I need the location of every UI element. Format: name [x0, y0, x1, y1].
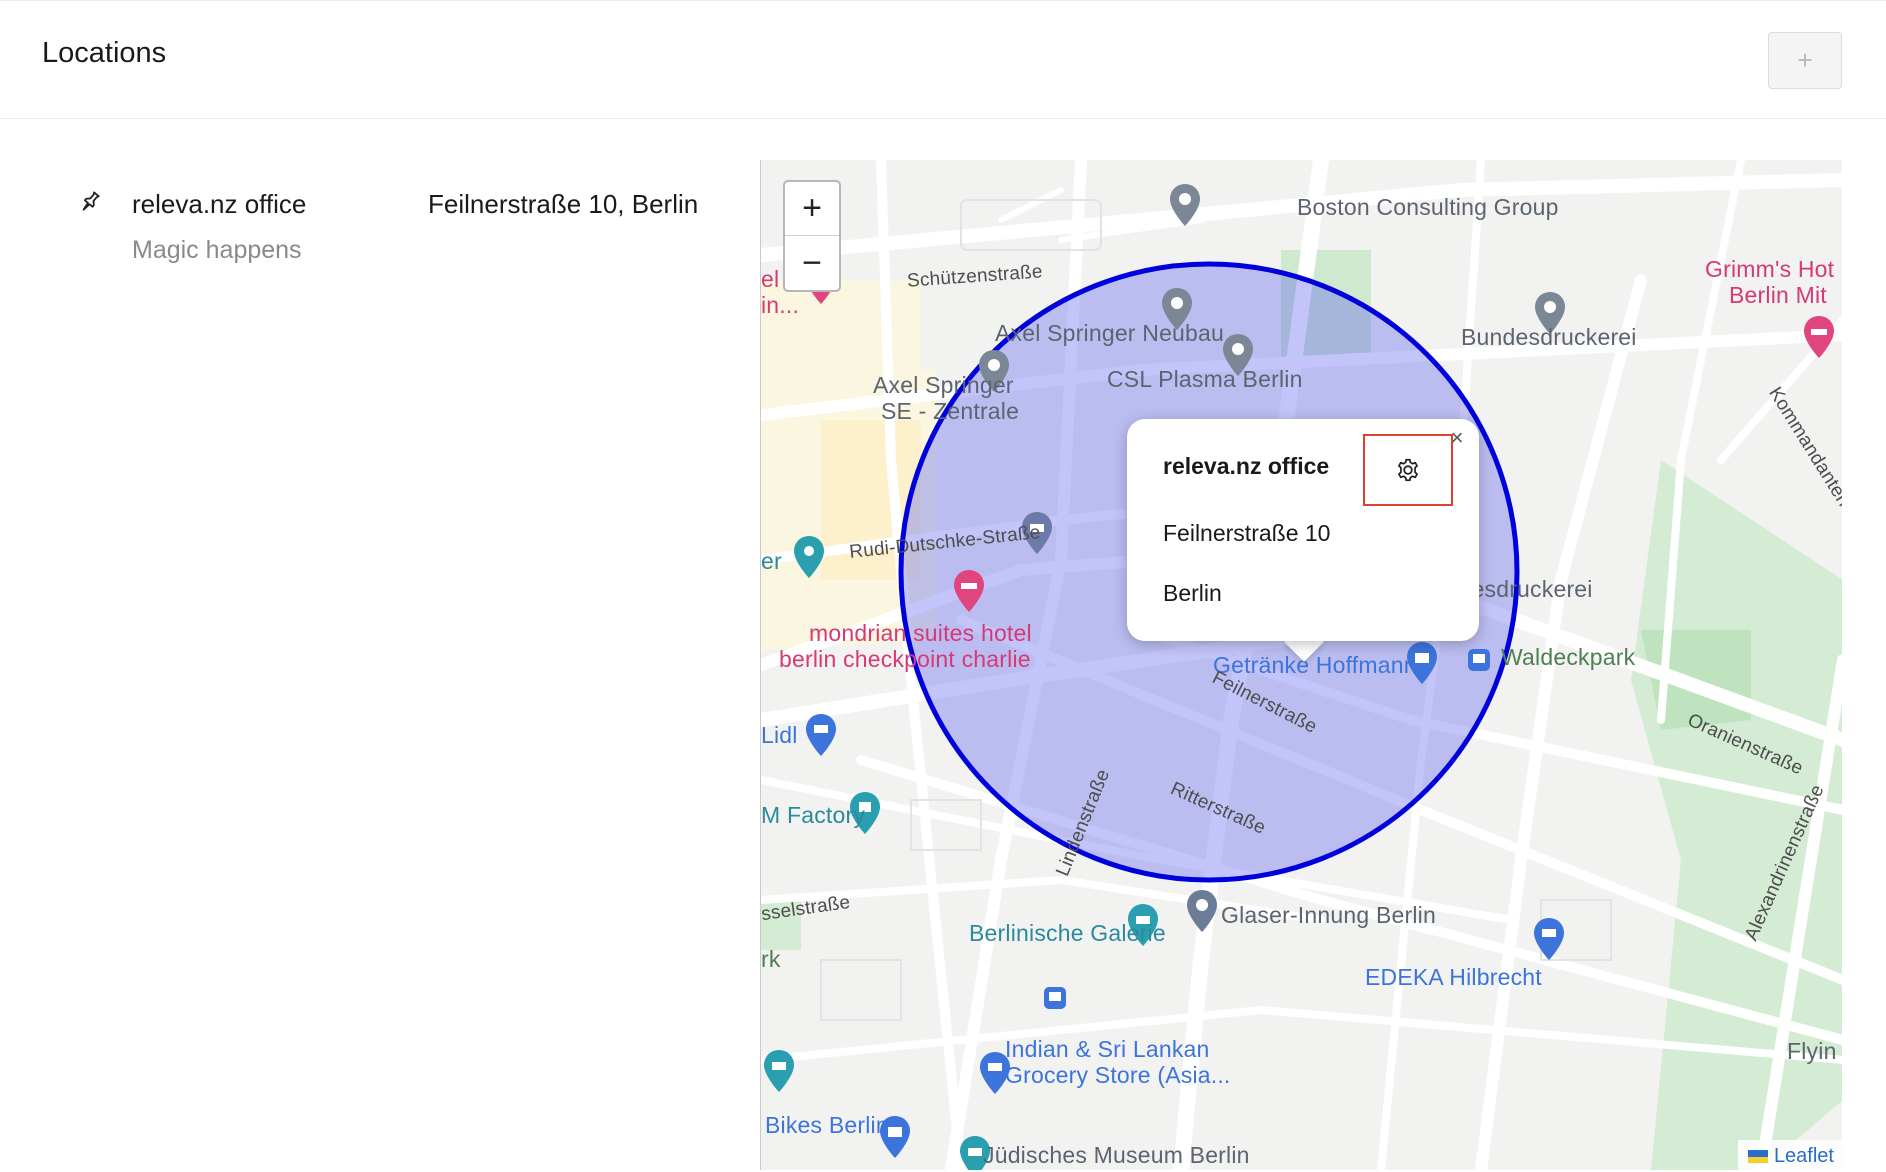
- map-marker-icon[interactable]: [1184, 888, 1220, 934]
- location-address: Feilnerstraße 10, Berlin: [428, 189, 699, 219]
- cart-marker-icon[interactable]: [803, 712, 839, 758]
- bus-stop-icon[interactable]: [1467, 648, 1491, 672]
- camera-marker-icon[interactable]: [791, 534, 827, 580]
- poi-label: SE - Zentrale: [881, 398, 1020, 424]
- poi-label: Lidl: [761, 722, 798, 748]
- museum-marker-icon[interactable]: [761, 1048, 797, 1094]
- popup-title: releva.nz office: [1163, 453, 1330, 479]
- poi-label: Berlinische Galerie: [969, 920, 1166, 946]
- bus-stop-icon[interactable]: [1043, 986, 1067, 1010]
- page-header: Locations +: [0, 0, 1886, 119]
- poi-label: Boston Consulting Group: [1297, 194, 1559, 220]
- page-title: Locations: [42, 37, 167, 69]
- settings-button[interactable]: [1363, 434, 1453, 506]
- poi-label: CSL Plasma Berlin: [1107, 366, 1303, 392]
- poi-label: in...: [761, 292, 800, 318]
- poi-label: Glaser-Innung Berlin: [1221, 902, 1436, 928]
- attribution-link[interactable]: Leaflet: [1774, 1145, 1834, 1168]
- location-list-item[interactable]: releva.nz office Magic happens Feilnerst…: [0, 160, 740, 290]
- map-marker-icon[interactable]: [1167, 182, 1203, 228]
- poi-label: Berlin Mit: [1729, 282, 1827, 308]
- zoom-in-button[interactable]: +: [785, 182, 839, 236]
- hotel-marker-icon[interactable]: [1801, 314, 1837, 360]
- poi-label: Grocery Store (Asia...: [1005, 1062, 1231, 1088]
- poi-label: Waldeckpark: [1501, 644, 1636, 670]
- poi-label: Axel Springer: [873, 372, 1014, 398]
- locations-page: Locations + releva.nz office Magic happe…: [0, 0, 1886, 1172]
- poi-label: Bundesdruckerei: [1461, 324, 1637, 350]
- cart-marker-icon[interactable]: [1531, 916, 1567, 962]
- poi-label: M Factory: [761, 802, 866, 828]
- poi-label: Bikes Berlin: [765, 1112, 889, 1138]
- poi-label: Indian & Sri Lankan: [1005, 1036, 1210, 1062]
- popup-city: Berlin: [1163, 580, 1222, 606]
- add-location-button[interactable]: +: [1768, 32, 1842, 89]
- ukraine-flag-icon: [1747, 1150, 1768, 1163]
- poi-label: Jüdisches Museum Berlin: [983, 1142, 1250, 1168]
- map[interactable]: Boston Consulting Group Grimm's Hot Berl…: [760, 160, 1842, 1170]
- zoom-control: + −: [783, 180, 841, 292]
- poi-label: mondrian suites hotel: [809, 620, 1032, 646]
- poi-label: el: [761, 266, 780, 292]
- gear-icon: [1398, 458, 1418, 482]
- hotel-marker-icon[interactable]: [951, 568, 987, 614]
- poi-label: er: [761, 548, 782, 574]
- poi-label: Flyin: [1787, 1038, 1837, 1064]
- close-icon[interactable]: ×: [1446, 425, 1468, 450]
- location-name: releva.nz office: [132, 189, 307, 219]
- poi-label: EDEKA Hilbrecht: [1365, 964, 1542, 990]
- pin-icon[interactable]: [78, 190, 102, 214]
- location-popup: releva.nz office × Feilnerstraße 10 Berl…: [1127, 419, 1479, 641]
- poi-label: rk: [761, 946, 781, 972]
- map-attribution[interactable]: Leaflet: [1737, 1140, 1842, 1170]
- poi-label: Getränke Hoffmann: [1213, 652, 1417, 678]
- poi-label: Axel Springer Neubau: [995, 320, 1225, 346]
- poi-label: berlin checkpoint charlie: [779, 646, 1031, 672]
- location-description: Magic happens: [132, 236, 302, 264]
- popup-street: Feilnerstraße 10: [1163, 520, 1331, 546]
- zoom-out-button[interactable]: −: [785, 236, 839, 290]
- poi-label: Grimm's Hot: [1705, 256, 1835, 282]
